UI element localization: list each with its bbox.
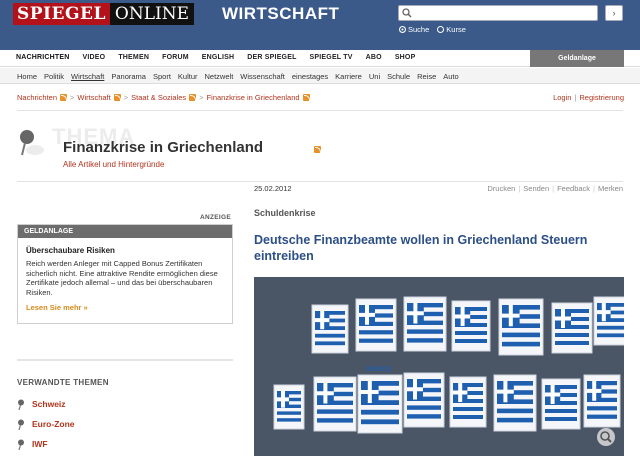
- related-topic-schweiz[interactable]: Schweiz: [17, 394, 75, 414]
- search-icon: [402, 8, 412, 18]
- separator: |: [574, 93, 577, 102]
- pin-icon: [18, 439, 24, 450]
- related-topics-heading: VERWANDTE THEMEN: [17, 378, 109, 387]
- main-nav-list: NACHRICHTEN VIDEO THEMEN FORUM ENGLISH DER SP…: [16, 54, 415, 61]
- login-link[interactable]: Login: [553, 93, 571, 102]
- breadcrumb-item[interactable]: Nachrichten: [17, 93, 57, 102]
- subnav-item-schule[interactable]: Schule: [387, 72, 410, 81]
- subnav-item-kultur[interactable]: Kultur: [178, 72, 198, 81]
- related-topics-list: Schweiz Euro-Zone IWF: [17, 394, 75, 454]
- ad-label: ANZEIGE: [200, 214, 231, 221]
- article-kicker: Schuldenkrise: [254, 208, 316, 218]
- search-mode: Suche Kurse: [399, 25, 466, 34]
- nav-item-shop[interactable]: SHOP: [395, 54, 416, 61]
- search-button[interactable]: ›: [605, 5, 623, 21]
- site-header: SPIEGEL ONLINE WIRTSCHAFT › Suche Kurse: [0, 0, 640, 50]
- rss-icon[interactable]: [60, 94, 68, 101]
- subnav-item-panorama[interactable]: Panorama: [111, 72, 146, 81]
- rss-icon[interactable]: [189, 94, 197, 101]
- divider: [17, 359, 233, 361]
- pin-icon: [18, 419, 24, 430]
- article-photo[interactable]: GREECE: [254, 277, 624, 456]
- subnav-item-auto[interactable]: Auto: [443, 72, 458, 81]
- photo-caption-text: GREECE: [366, 367, 391, 373]
- breadcrumb-item[interactable]: Finanzkrise in Griechenland: [207, 93, 300, 102]
- breadcrumb: Nachrichten > Wirtschaft > Staat & Soziales >…: [17, 93, 310, 102]
- subnav-item-uni[interactable]: Uni: [369, 72, 380, 81]
- radio-indicator: [399, 26, 406, 33]
- related-topic-label: Schweiz: [32, 399, 66, 409]
- logo-spiegel: SPIEGEL: [13, 3, 110, 25]
- related-topic-euro-zone[interactable]: Euro-Zone: [17, 414, 75, 434]
- nav-tab-geldanlage[interactable]: Geldanlage: [530, 50, 624, 67]
- subnav-item-sport[interactable]: Sport: [153, 72, 171, 81]
- subnav-item-politik[interactable]: Politik: [44, 72, 64, 81]
- nav-item-forum[interactable]: FORUM: [162, 54, 189, 61]
- subnav-item-reise[interactable]: Reise: [417, 72, 436, 81]
- register-link[interactable]: Registrierung: [579, 93, 624, 102]
- ad-title[interactable]: Überschaubare Risiken: [26, 246, 232, 255]
- subnav-item-karriere[interactable]: Karriere: [335, 72, 362, 81]
- subnav-item-einestages[interactable]: einestages: [292, 72, 328, 81]
- radio-label: Suche: [408, 25, 430, 34]
- article-tools: Drucken | Senden | Feedback | Merken: [487, 184, 623, 193]
- nav-item-themen[interactable]: THEMEN: [118, 54, 149, 61]
- nav-item-video[interactable]: VIDEO: [83, 54, 106, 61]
- subnav-item-wirtschaft[interactable]: Wirtschaft: [71, 72, 104, 81]
- page-title: Finanzkrise in Griechenland: [63, 139, 264, 156]
- radio-label: Kurse: [446, 25, 466, 34]
- divider: [17, 110, 623, 111]
- rss-icon[interactable]: [113, 94, 121, 101]
- separator: |: [593, 184, 595, 193]
- nav-item-der-spiegel[interactable]: DER SPIEGEL: [247, 54, 296, 61]
- article-headline[interactable]: Deutsche Finanzbeamte wollen in Griechen…: [254, 232, 624, 264]
- account-links: Login | Registrierung: [553, 93, 624, 102]
- nav-item-abo[interactable]: ABO: [366, 54, 382, 61]
- radio-suche[interactable]: Suche: [399, 25, 429, 34]
- logo-online: ONLINE: [109, 3, 195, 25]
- radio-kurse[interactable]: Kurse: [437, 25, 466, 34]
- main-navigation: NACHRICHTEN VIDEO THEMEN FORUM ENGLISH DER SP…: [0, 50, 640, 67]
- radio-indicator: [437, 26, 445, 33]
- breadcrumb-separator: >: [199, 93, 204, 102]
- pin-icon: [18, 399, 24, 410]
- separator: |: [552, 184, 555, 193]
- breadcrumb-separator: >: [123, 93, 129, 102]
- related-topic-label: Euro-Zone: [32, 419, 75, 429]
- article-date: 25.02.2012: [254, 184, 292, 193]
- tool-drucken[interactable]: Drucken: [487, 184, 515, 193]
- rss-icon[interactable]: [302, 94, 310, 101]
- subnav-item-wissenschaft[interactable]: Wissenschaft: [240, 72, 285, 81]
- breadcrumb-separator: >: [70, 93, 75, 102]
- thema-pin-icon: [20, 130, 44, 156]
- ad-read-more-link[interactable]: Lesen Sie mehr »: [26, 303, 232, 312]
- spiegel-online-logo[interactable]: SPIEGEL ONLINE: [13, 3, 195, 25]
- related-topic-iwf[interactable]: IWF: [17, 434, 75, 454]
- greek-flag-souvenirs-image: GREECE: [254, 277, 624, 456]
- ad-header: GELDANLAGE: [18, 225, 232, 238]
- search-input[interactable]: [398, 5, 598, 21]
- nav-item-nachrichten[interactable]: NACHRICHTEN: [16, 54, 70, 61]
- zoom-icon[interactable]: [597, 428, 615, 446]
- subnav-item-home[interactable]: Home: [17, 72, 37, 81]
- section-title[interactable]: WIRTSCHAFT: [222, 4, 339, 24]
- sub-nav-list: Home Politik Wirtschaft Panorama Sport Kultur…: [17, 72, 459, 81]
- related-topic-label: IWF: [32, 439, 48, 449]
- rss-icon[interactable]: [314, 146, 321, 153]
- sub-navigation: Home Politik Wirtschaft Panorama Sport Kultur…: [0, 68, 640, 84]
- nav-item-english[interactable]: ENGLISH: [202, 54, 235, 61]
- separator: |: [518, 184, 521, 193]
- tool-merken[interactable]: Merken: [598, 184, 623, 193]
- nav-item-spiegel-tv[interactable]: SPIEGEL TV: [310, 54, 353, 61]
- ad-text: Reich werden Anleger mit Capped Bonus Ze…: [26, 259, 218, 297]
- breadcrumb-item[interactable]: Wirtschaft: [77, 93, 110, 102]
- ad-box[interactable]: GELDANLAGE Überschaubare Risiken Reich w…: [17, 224, 233, 324]
- tool-senden[interactable]: Senden: [523, 184, 549, 193]
- breadcrumb-item[interactable]: Staat & Soziales: [131, 93, 186, 102]
- thema-subtitle-link[interactable]: Alle Artikel und Hintergründe: [63, 160, 164, 169]
- tool-feedback[interactable]: Feedback: [557, 184, 590, 193]
- divider: [17, 181, 623, 182]
- subnav-item-netzwelt[interactable]: Netzwelt: [205, 72, 234, 81]
